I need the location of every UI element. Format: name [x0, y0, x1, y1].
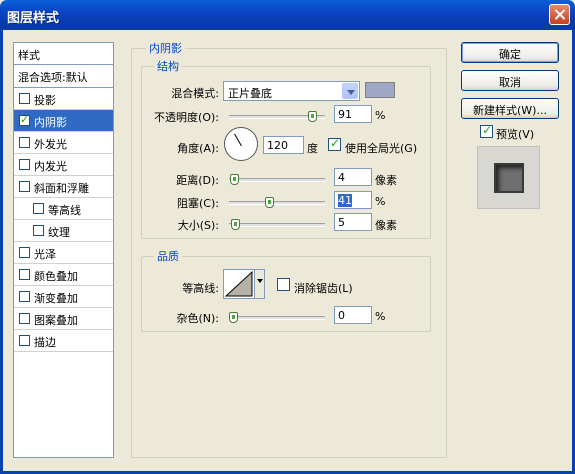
style-item-label: 颜色叠加: [34, 270, 78, 283]
style-item-label: 外发光: [34, 138, 67, 151]
style-item-checkbox[interactable]: [19, 291, 30, 302]
distance-input[interactable]: 4: [334, 168, 372, 186]
chevron-down-icon[interactable]: [342, 83, 358, 99]
size-input[interactable]: 5: [334, 213, 372, 231]
style-item-label: 内发光: [34, 160, 67, 173]
contour-preview-icon: [224, 270, 253, 297]
style-item[interactable]: 内发光: [14, 154, 113, 176]
angle-dial-needle: [234, 133, 242, 147]
style-preview-thumbnail: [477, 146, 540, 209]
style-item[interactable]: 图案叠加: [14, 308, 113, 330]
style-list: 样式 混合选项:默认 投影内阴影外发光内发光斜面和浮雕等高线纹理光泽颜色叠加渐变…: [13, 42, 114, 458]
style-item-label: 描边: [34, 336, 56, 349]
size-slider[interactable]: [229, 219, 325, 230]
angle-input[interactable]: 120: [263, 136, 304, 154]
noise-input[interactable]: 0: [334, 306, 372, 324]
choke-input[interactable]: 41: [334, 191, 372, 209]
noise-label: 杂色(N):: [176, 312, 219, 325]
style-item-label: 图案叠加: [34, 314, 78, 327]
style-item-label: 等高线: [48, 204, 81, 217]
angle-unit: 度: [307, 142, 318, 155]
size-unit: 像素: [375, 219, 397, 232]
style-item-checkbox[interactable]: [19, 159, 30, 170]
style-item[interactable]: 渐变叠加: [14, 286, 113, 308]
anti-alias-label[interactable]: 消除锯齿(L): [294, 280, 353, 296]
style-item[interactable]: 等高线: [14, 198, 113, 220]
style-item-checkbox[interactable]: [19, 335, 30, 346]
window-frame-left: [0, 30, 3, 474]
choke-slider[interactable]: [229, 197, 325, 208]
style-item-label: 斜面和浮雕: [34, 182, 89, 195]
style-item-checkbox[interactable]: [19, 93, 30, 104]
global-light-label[interactable]: 使用全局光(G): [345, 140, 417, 156]
distance-unit: 像素: [375, 174, 397, 187]
window-title: 图层样式: [7, 11, 60, 26]
style-item-checkbox[interactable]: [19, 269, 30, 280]
noise-unit: %: [375, 310, 386, 323]
noise-slider-thumb[interactable]: [229, 312, 238, 323]
style-item-label: 内阴影: [34, 116, 67, 129]
cancel-button[interactable]: 取消: [461, 70, 559, 91]
style-item[interactable]: 光泽: [14, 242, 113, 264]
ok-button[interactable]: 确定: [461, 42, 559, 63]
distance-slider[interactable]: [229, 174, 325, 185]
blend-mode-select[interactable]: 正片叠底: [223, 81, 360, 101]
title-bar: 图层样式: [0, 0, 575, 30]
blend-options-item[interactable]: 混合选项:默认: [14, 65, 113, 88]
style-item-checkbox[interactable]: [19, 247, 30, 258]
distance-label: 距离(D):: [176, 174, 219, 187]
noise-slider[interactable]: [229, 312, 325, 323]
blend-mode-label: 混合模式:: [171, 87, 219, 100]
choke-slider-thumb[interactable]: [264, 197, 274, 208]
chevron-down-icon[interactable]: [254, 270, 264, 298]
style-item[interactable]: 斜面和浮雕: [14, 176, 113, 198]
opacity-input[interactable]: 91: [334, 105, 372, 123]
style-item[interactable]: 颜色叠加: [14, 264, 113, 286]
blend-mode-value: 正片叠底: [228, 87, 272, 100]
style-item-checkbox[interactable]: [33, 203, 44, 214]
preview-label[interactable]: 预览(V): [496, 126, 534, 142]
style-list-header[interactable]: 样式: [14, 43, 113, 65]
opacity-label: 不透明度(O):: [154, 111, 219, 124]
style-item[interactable]: 描边: [14, 330, 113, 352]
style-item-label: 渐变叠加: [34, 292, 78, 305]
style-item-checkbox[interactable]: [19, 113, 30, 126]
style-item[interactable]: 外发光: [14, 132, 113, 154]
distance-slider-thumb[interactable]: [230, 174, 240, 185]
style-item-checkbox[interactable]: [19, 137, 30, 148]
opacity-slider[interactable]: [229, 111, 325, 122]
opacity-unit: %: [375, 109, 386, 122]
opacity-slider-thumb[interactable]: [308, 111, 318, 122]
contour-label: 等高线:: [182, 282, 219, 295]
preview-checkbox[interactable]: [480, 123, 493, 138]
style-item[interactable]: 内阴影: [14, 110, 113, 132]
preview-sample: [494, 163, 524, 193]
angle-dial[interactable]: [224, 127, 258, 161]
style-item[interactable]: 纹理: [14, 220, 113, 242]
angle-label: 角度(A):: [177, 142, 219, 155]
anti-alias-checkbox[interactable]: [277, 278, 290, 291]
style-item-label: 光泽: [34, 248, 56, 261]
structure-title: 结构: [154, 58, 182, 74]
quality-title: 品质: [154, 248, 182, 264]
style-item-checkbox[interactable]: [33, 225, 44, 236]
size-slider-thumb[interactable]: [230, 219, 240, 230]
choke-unit: %: [375, 195, 386, 208]
style-item[interactable]: 投影: [14, 88, 113, 110]
choke-label: 阻塞(C):: [177, 197, 219, 210]
shadow-color-swatch[interactable]: [365, 82, 395, 98]
style-item-checkbox[interactable]: [19, 181, 30, 192]
style-item-label: 投影: [34, 94, 56, 107]
new-style-button[interactable]: 新建样式(W)...: [461, 98, 559, 119]
close-icon[interactable]: [549, 4, 570, 25]
panel-title: 内阴影: [146, 40, 185, 56]
global-light-checkbox[interactable]: [328, 136, 341, 151]
contour-picker[interactable]: [223, 269, 265, 299]
style-item-label: 纹理: [48, 226, 70, 239]
size-label: 大小(S):: [177, 219, 219, 232]
style-item-checkbox[interactable]: [19, 313, 30, 324]
